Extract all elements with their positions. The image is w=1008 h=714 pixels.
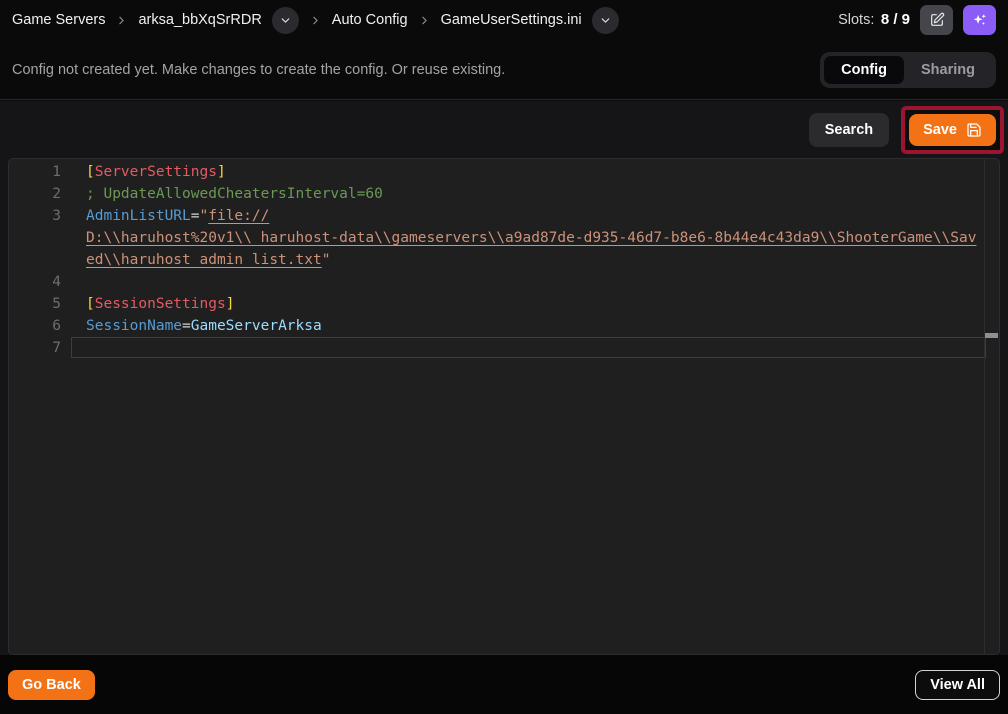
sparkles-icon (971, 12, 988, 29)
line-number: 2 (9, 183, 61, 205)
code-line[interactable]: 3AdminListURL="file:// (9, 205, 999, 227)
config-banner: Config not created yet. Make changes to … (0, 40, 1008, 100)
chevron-right-icon (115, 14, 128, 27)
code-line[interactable]: 6SessionName=GameServerArksa (9, 315, 999, 337)
edit-config-button[interactable] (920, 5, 953, 35)
config-panel: Search Save 1[ServerSettings]2; UpdateAl… (0, 101, 1008, 655)
pencil-square-icon (929, 12, 945, 28)
code-line[interactable]: 7 (9, 337, 999, 359)
config-sharing-toggle: Config Sharing (820, 52, 996, 88)
ai-assist-button[interactable] (963, 5, 996, 35)
line-number: 6 (9, 315, 61, 337)
breadcrumb-auto-config[interactable]: Auto Config (332, 12, 408, 28)
scrollbar-track (984, 159, 985, 654)
save-button[interactable]: Save (909, 114, 996, 146)
top-bar: Game Servers arksa_bbXqSrRDR Auto Config… (0, 0, 1008, 40)
line-number: 5 (9, 293, 61, 315)
floppy-disk-icon (966, 122, 982, 138)
line-number: 3 (9, 205, 61, 227)
config-status-message: Config not created yet. Make changes to … (12, 62, 505, 78)
code-line[interactable]: D:\\haruhost%20v1\\_haruhost-data\\games… (9, 227, 999, 249)
code-line[interactable]: 1[ServerSettings] (9, 161, 999, 183)
code-editor[interactable]: 1[ServerSettings]2; UpdateAllowedCheater… (8, 158, 1000, 655)
scrollbar-thumb[interactable] (985, 333, 998, 338)
chevron-right-icon (418, 14, 431, 27)
slots-label: Slots: (838, 12, 874, 28)
tab-config[interactable]: Config (824, 56, 904, 84)
footer-bar: Go Back View All (0, 655, 1008, 714)
editor-toolbar: Search Save (8, 101, 1000, 158)
line-number: 4 (9, 271, 61, 293)
tab-sharing[interactable]: Sharing (904, 56, 992, 84)
save-highlight-box: Save (901, 106, 1004, 154)
code-line[interactable]: 2; UpdateAllowedCheatersInterval=60 (9, 183, 999, 205)
code-line[interactable]: ed\\haruhost_admin_list.txt" (9, 249, 999, 271)
line-number: 7 (9, 337, 61, 359)
save-button-label: Save (923, 122, 957, 138)
line-number (9, 249, 61, 271)
chevron-down-icon (279, 14, 292, 27)
file-dropdown-button[interactable] (592, 7, 619, 34)
breadcrumb-file-name[interactable]: GameUserSettings.ini (441, 12, 582, 28)
chevron-right-icon (309, 14, 322, 27)
view-all-button[interactable]: View All (915, 670, 1000, 700)
slots-value: 8 / 9 (881, 11, 910, 28)
server-dropdown-button[interactable] (272, 7, 299, 34)
breadcrumb-server-name[interactable]: arksa_bbXqSrRDR (138, 12, 261, 28)
editor-lines: 1[ServerSettings]2; UpdateAllowedCheater… (9, 161, 999, 359)
go-back-button[interactable]: Go Back (8, 670, 95, 700)
line-number (9, 227, 61, 249)
code-line[interactable]: 4 (9, 271, 999, 293)
breadcrumb-game-servers[interactable]: Game Servers (12, 12, 105, 28)
chevron-down-icon (599, 14, 612, 27)
line-number: 1 (9, 161, 61, 183)
search-button[interactable]: Search (809, 113, 889, 147)
code-line[interactable]: 5[SessionSettings] (9, 293, 999, 315)
